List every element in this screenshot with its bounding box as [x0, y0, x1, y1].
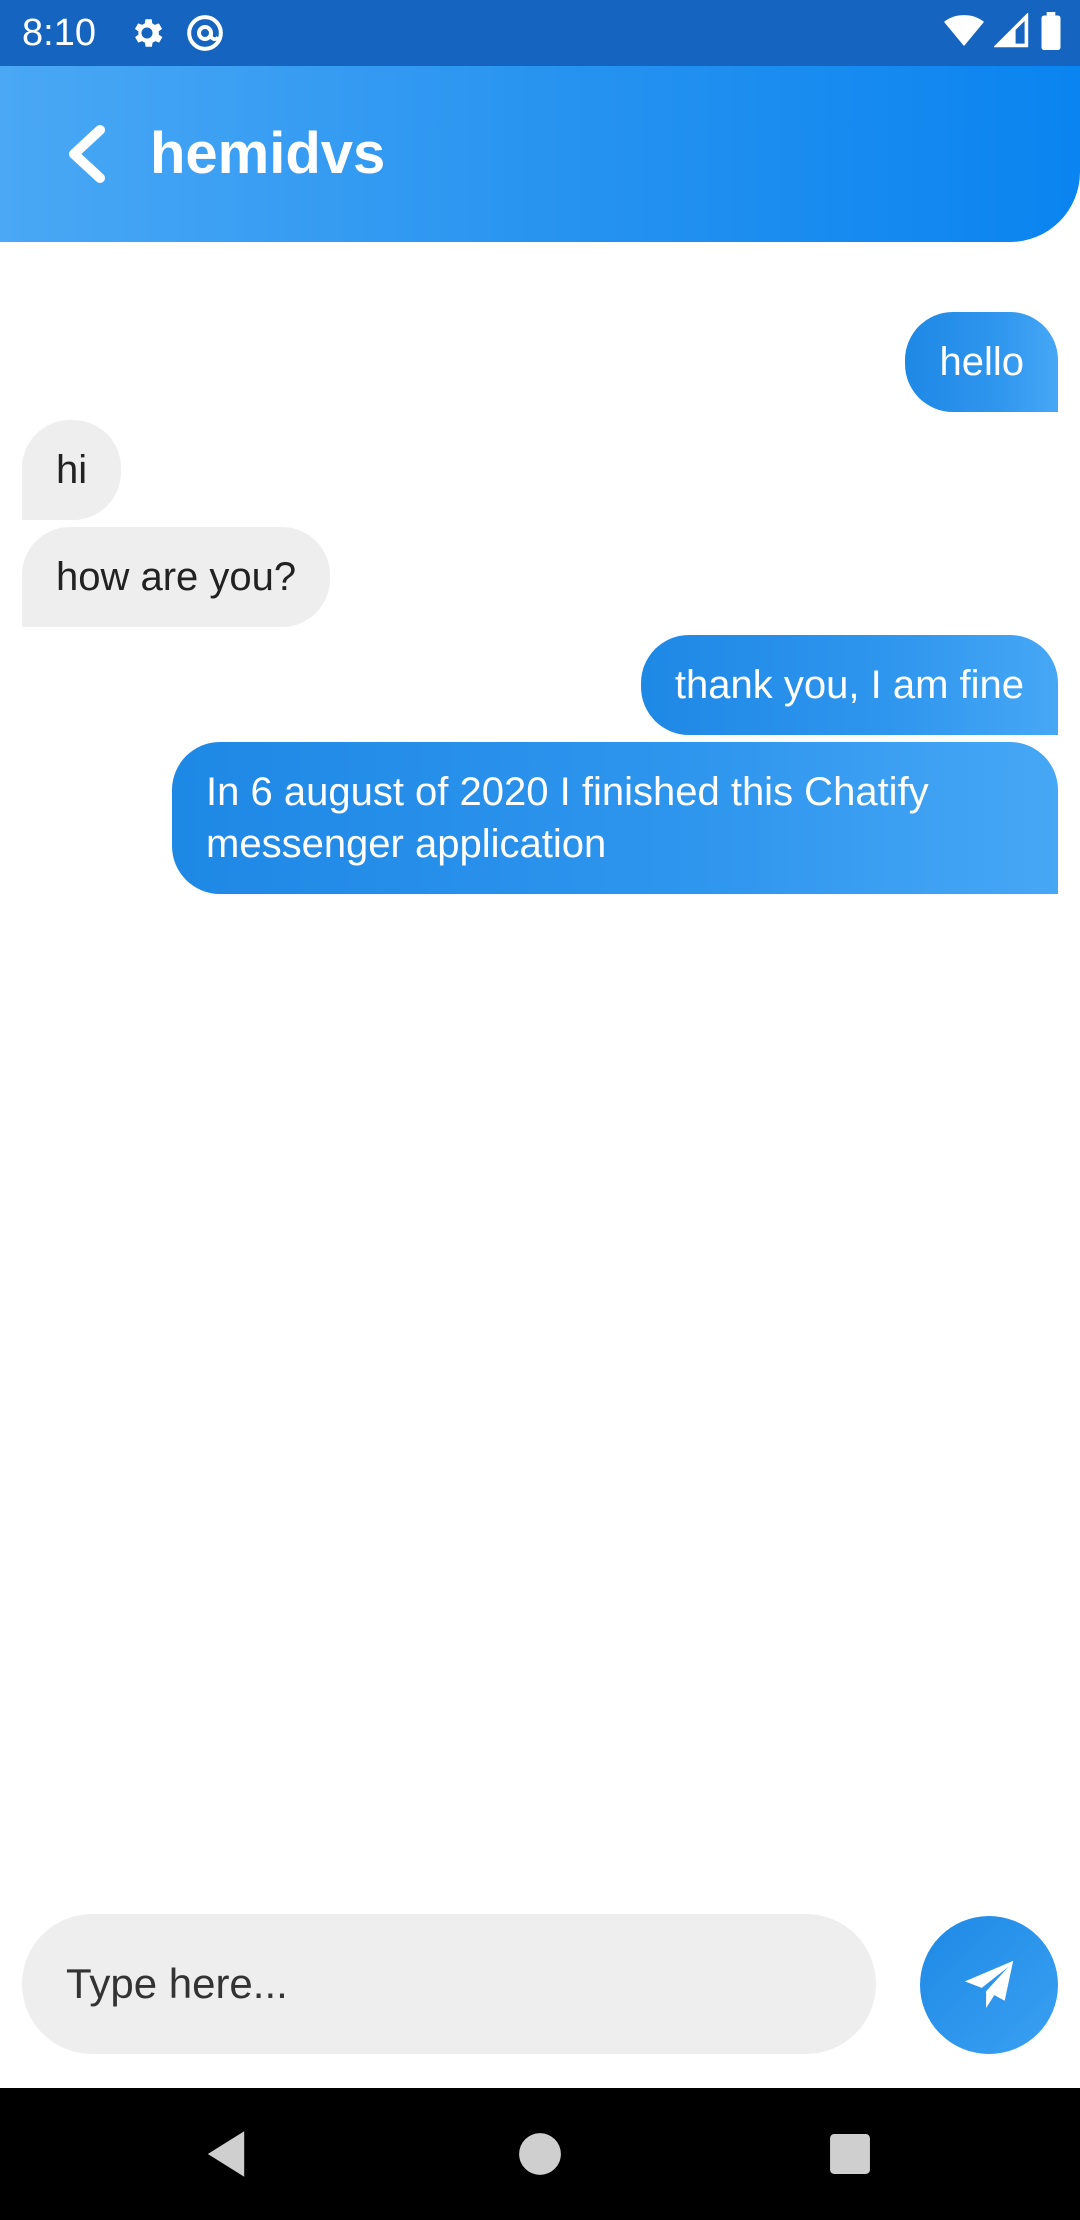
message-input[interactable]	[22, 1914, 876, 2054]
chevron-left-icon	[69, 125, 105, 183]
back-triangle-icon	[207, 2131, 245, 2177]
message-bubble-incoming[interactable]: hi	[22, 420, 122, 520]
wifi-icon	[944, 13, 984, 54]
message-bubble-outgoing[interactable]: thank you, I am fine	[640, 635, 1058, 735]
home-circle-icon	[519, 2133, 561, 2175]
nav-recents-button[interactable]	[814, 2118, 886, 2190]
paper-plane-icon	[964, 1960, 1014, 2008]
battery-icon	[1040, 11, 1062, 55]
message-bubble-incoming[interactable]: how are you?	[22, 527, 331, 627]
gear-icon	[124, 10, 170, 56]
status-time: 8:10	[22, 11, 96, 54]
chat-title: hemidvs	[150, 121, 386, 186]
nav-home-button[interactable]	[504, 2118, 576, 2190]
recents-square-icon	[830, 2134, 870, 2174]
status-right-icons	[944, 0, 1062, 66]
message-text: thank you, I am fine	[674, 663, 1024, 707]
nav-back-button[interactable]	[190, 2118, 262, 2190]
message-text-line: In 6 august of 2020 I finished this Chat…	[206, 770, 929, 814]
status-bar: 8:10	[0, 0, 1080, 66]
message-bubble-outgoing[interactable]: hello	[905, 312, 1058, 412]
message-bubble-outgoing[interactable]: In 6 august of 2020 I finished this Chat…	[172, 742, 1058, 894]
message-text: hi	[56, 448, 88, 492]
signal-icon	[993, 11, 1030, 54]
message-text: how are you?	[56, 555, 297, 599]
chat-screen: 8:10 hemidvs hello hi how are you? thank…	[0, 0, 1080, 2220]
system-nav-bar	[0, 2088, 1080, 2220]
message-text: hello	[939, 340, 1024, 384]
message-text-line: messenger application	[206, 822, 607, 866]
send-button[interactable]	[920, 1916, 1058, 2054]
at-sign-icon	[182, 10, 228, 56]
chat-header: hemidvs	[0, 66, 1080, 242]
back-button[interactable]	[50, 118, 122, 190]
